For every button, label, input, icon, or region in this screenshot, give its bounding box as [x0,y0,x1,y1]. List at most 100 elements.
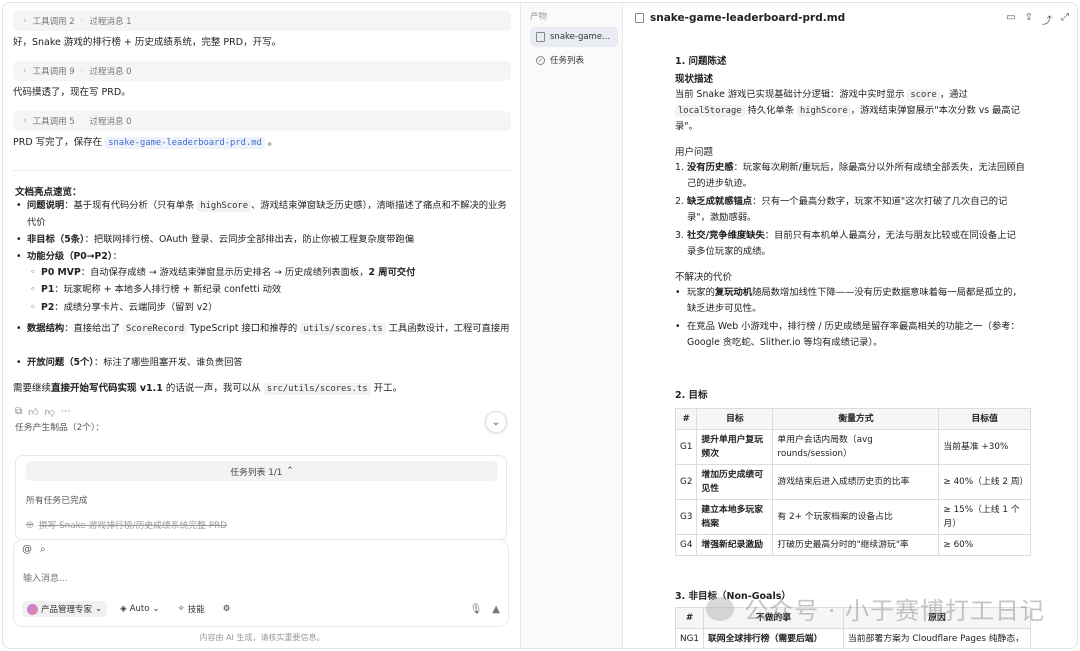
skills-button[interactable]: ✧ 技能 [173,601,210,617]
assistant-message: 代码摸透了，现在写 PRD。 [13,87,131,98]
list-item: P1：玩家昵称 + 本地多人排行榜 + 新纪录 confetti 动效 [30,282,511,298]
send-icon[interactable]: ▲ [492,604,500,615]
wechat-icon [706,596,735,621]
paragraph-text: ，通过 [939,89,968,100]
goal-measure: 游戏结束后进入成绩历史页的比率 [772,464,940,500]
inline-code: utils/scores.ts [300,323,386,335]
artifacts-sidebar: 产物 snake-game... ✓ 任务列表 [521,3,623,648]
expand-icon[interactable]: ⤢ [1061,12,1069,27]
microphone-icon[interactable]: 🎙︎ [470,604,483,615]
artifact-task-list[interactable]: ✓ 任务列表 [530,50,618,70]
tool-call-row[interactable]: › 工具调用 2 · 过程消息 1 [13,11,511,31]
document-icon [635,13,644,23]
thumbs-up-icon[interactable]: 👍︎ [28,406,38,418]
bullet-text: TypeScript 接口和推荐的 [187,323,301,334]
artifacts-label: 产物 [530,12,548,22]
tool-call-row[interactable]: › 工具调用 9 · 过程消息 0 [13,61,511,81]
goal-measure: 打破历史最高分时的"继续游玩"率 [772,534,940,556]
bullet-bold: P0 MVP [41,267,81,278]
artifact-label: snake-game... [550,32,611,42]
upload-icon[interactable]: ⇪ [1025,12,1033,27]
list-number: 1. [675,162,684,173]
message-input[interactable] [23,568,501,590]
highlights-title: 文档亮点速览： [15,187,82,198]
goals-table: # 目标 衡量方式 目标值 G1 提升单用户复玩频次 单用户会话内局数（avg … [674,408,1031,556]
section-heading: 2. 目标 [675,390,708,401]
assistant-message: 好，Snake 游戏的排行榜 + 历史成绩系统，完整 PRD，开写。 [13,37,282,48]
chevron-down-icon: ⌄ [152,604,160,614]
skills-label: 技能 [187,605,205,615]
message-text: PRD 写完了，保存在 [13,137,103,148]
file-link[interactable]: snake-game-leaderboard-prd.md [105,137,265,149]
separator: · [80,116,84,126]
chevron-up-icon: ⌃ [286,466,294,476]
inline-code: ScoreRecord [122,323,188,335]
bullet-bold: 功能分级（P0→P2） [27,251,113,262]
watermark: 公众号 · 小于赛博打工日记 [706,591,1045,626]
mention-icon[interactable]: @ [22,544,32,555]
inline-code: localStorage [675,105,745,117]
copy-icon[interactable]: ⧉ [15,406,22,418]
tool-call-row[interactable]: › 工具调用 5 · 过程消息 0 [13,111,511,131]
bullet: • [675,321,681,332]
tools-button[interactable]: ⚙ [218,602,236,616]
share-icon[interactable]: ⤴ [1042,12,1052,27]
bullet-text: ：标注了哪些阻塞开发、谁负责回答 [93,357,243,368]
agent-select[interactable]: 产品管理专家 ⌄ [22,601,108,617]
process-msg-label: 过程消息 1 [89,17,132,27]
message-text: 的话说一声，我可以从 [162,383,264,394]
ai-disclaimer: 内容由 AI 生成，请核实重要信息。 [199,633,325,642]
subsection-heading: 现状描述 [675,74,714,85]
app-window: › 工具调用 2 · 过程消息 1 好，Snake 游戏的排行榜 + 历史成绩系… [2,2,1078,649]
inline-code: src/utils/scores.ts [263,383,371,395]
goal-name: 增加历史成绩可见性 [696,464,774,500]
subsection-heading: 不解决的代价 [675,272,733,283]
assistant-message: PRD 写完了，保存在 snake-game-leaderboard-prd.m… [13,135,513,151]
more-icon[interactable]: ⋯ [61,406,71,418]
message-bold: 直接开始写代码实现 v1.1 [51,383,163,394]
bullet-bold: P1 [41,284,55,295]
paragraph-text: 持久化单条 [744,105,797,116]
list-item: 问题说明：基于现有代码分析（只有单条 highScore、游戏结束弹窗缺乏历史感… [16,198,511,230]
chevron-down-icon: ⌄ [95,604,103,614]
task-list-card: 任务列表 1/1 ⌃ 所有任务已完成 ◎ 撰写 Snake 游戏排行榜/历史成绩… [15,455,507,541]
table-row: G2 增加历史成绩可见性 游戏结束后进入成绩历史页的比率 ≥ 40%（上线 2 … [674,464,1031,500]
chat-panel: › 工具调用 2 · 过程消息 1 好，Snake 游戏的排行榜 + 历史成绩系… [3,3,521,648]
goal-target: ≥ 15%（上线 1 个月） [938,499,1031,535]
task-list-header[interactable]: 任务列表 1/1 ⌃ [26,461,498,481]
column-header: 目标值 [938,408,1031,430]
inline-code: highScore [796,105,851,117]
bullet-bold: 开放问题（5个） [27,357,94,368]
message-text: 。 [267,137,278,148]
inline-code: highScore [197,200,251,212]
non-goal-item: 联网全球排行榜（需要后端） [703,628,844,648]
tool-call-label: 工具调用 5 [32,117,75,127]
thumbs-down-icon[interactable]: 👎︎ [45,406,55,418]
list-number: 3. [675,230,684,241]
item-bold: 没有历史感 [687,162,734,173]
artifact-prd-file[interactable]: snake-game... [530,27,618,47]
artifacts-count-label: 任务产生制品（2个）： [15,423,105,433]
bullet-text: ： [112,251,122,262]
mode-label: Auto [129,604,150,614]
check-circle-icon: ✓ [536,55,545,65]
mode-select[interactable]: ◈ Auto ⌄ [115,602,164,616]
message-actions: ⧉ 👍︎ 👎︎ ⋯ [15,406,71,418]
list-item: • 在竞品 Web 小游戏中，排行榜 / 历史成绩是留存率最高相关的功能之一（参考… [675,319,1025,351]
list-item: 数据结构：直接给出了 ScoreRecord TypeScript 接口和推荐的… [16,321,511,338]
document-toolbar: ▭ ⇪ ⤴ ⤢ [1006,12,1069,27]
task-list-title: 任务列表 1/1 [230,467,283,478]
list-item: 非目标（5条）：把联网排行榜、OAuth 登录、云同步全部排出去，防止你被工程复… [16,232,511,248]
subsection-heading: 用户问题 [675,147,714,158]
bullet-text: ：把联网排行榜、OAuth 登录、云同步全部排出去，防止你被工程复杂度带跑偏 [84,234,415,245]
goal-target: ≥ 60% [938,534,1031,556]
document-icon [536,32,545,42]
column-header: 目标 [696,408,774,430]
folder-icon[interactable]: ▭ [1006,12,1015,27]
scroll-down-button[interactable]: ⌄ [485,411,507,433]
goal-measure: 有 2+ 个玩家档案的设备占比 [772,499,940,535]
list-item: 3. 社交/竞争维度缺失：目前只有本机单人最高分，无法与朋友比较或在同设备上记录多… [675,228,1025,260]
bullet-bold: 数据结构 [27,323,65,334]
column-header: # [675,607,704,629]
attach-icon[interactable]: ⌕ [40,544,46,555]
